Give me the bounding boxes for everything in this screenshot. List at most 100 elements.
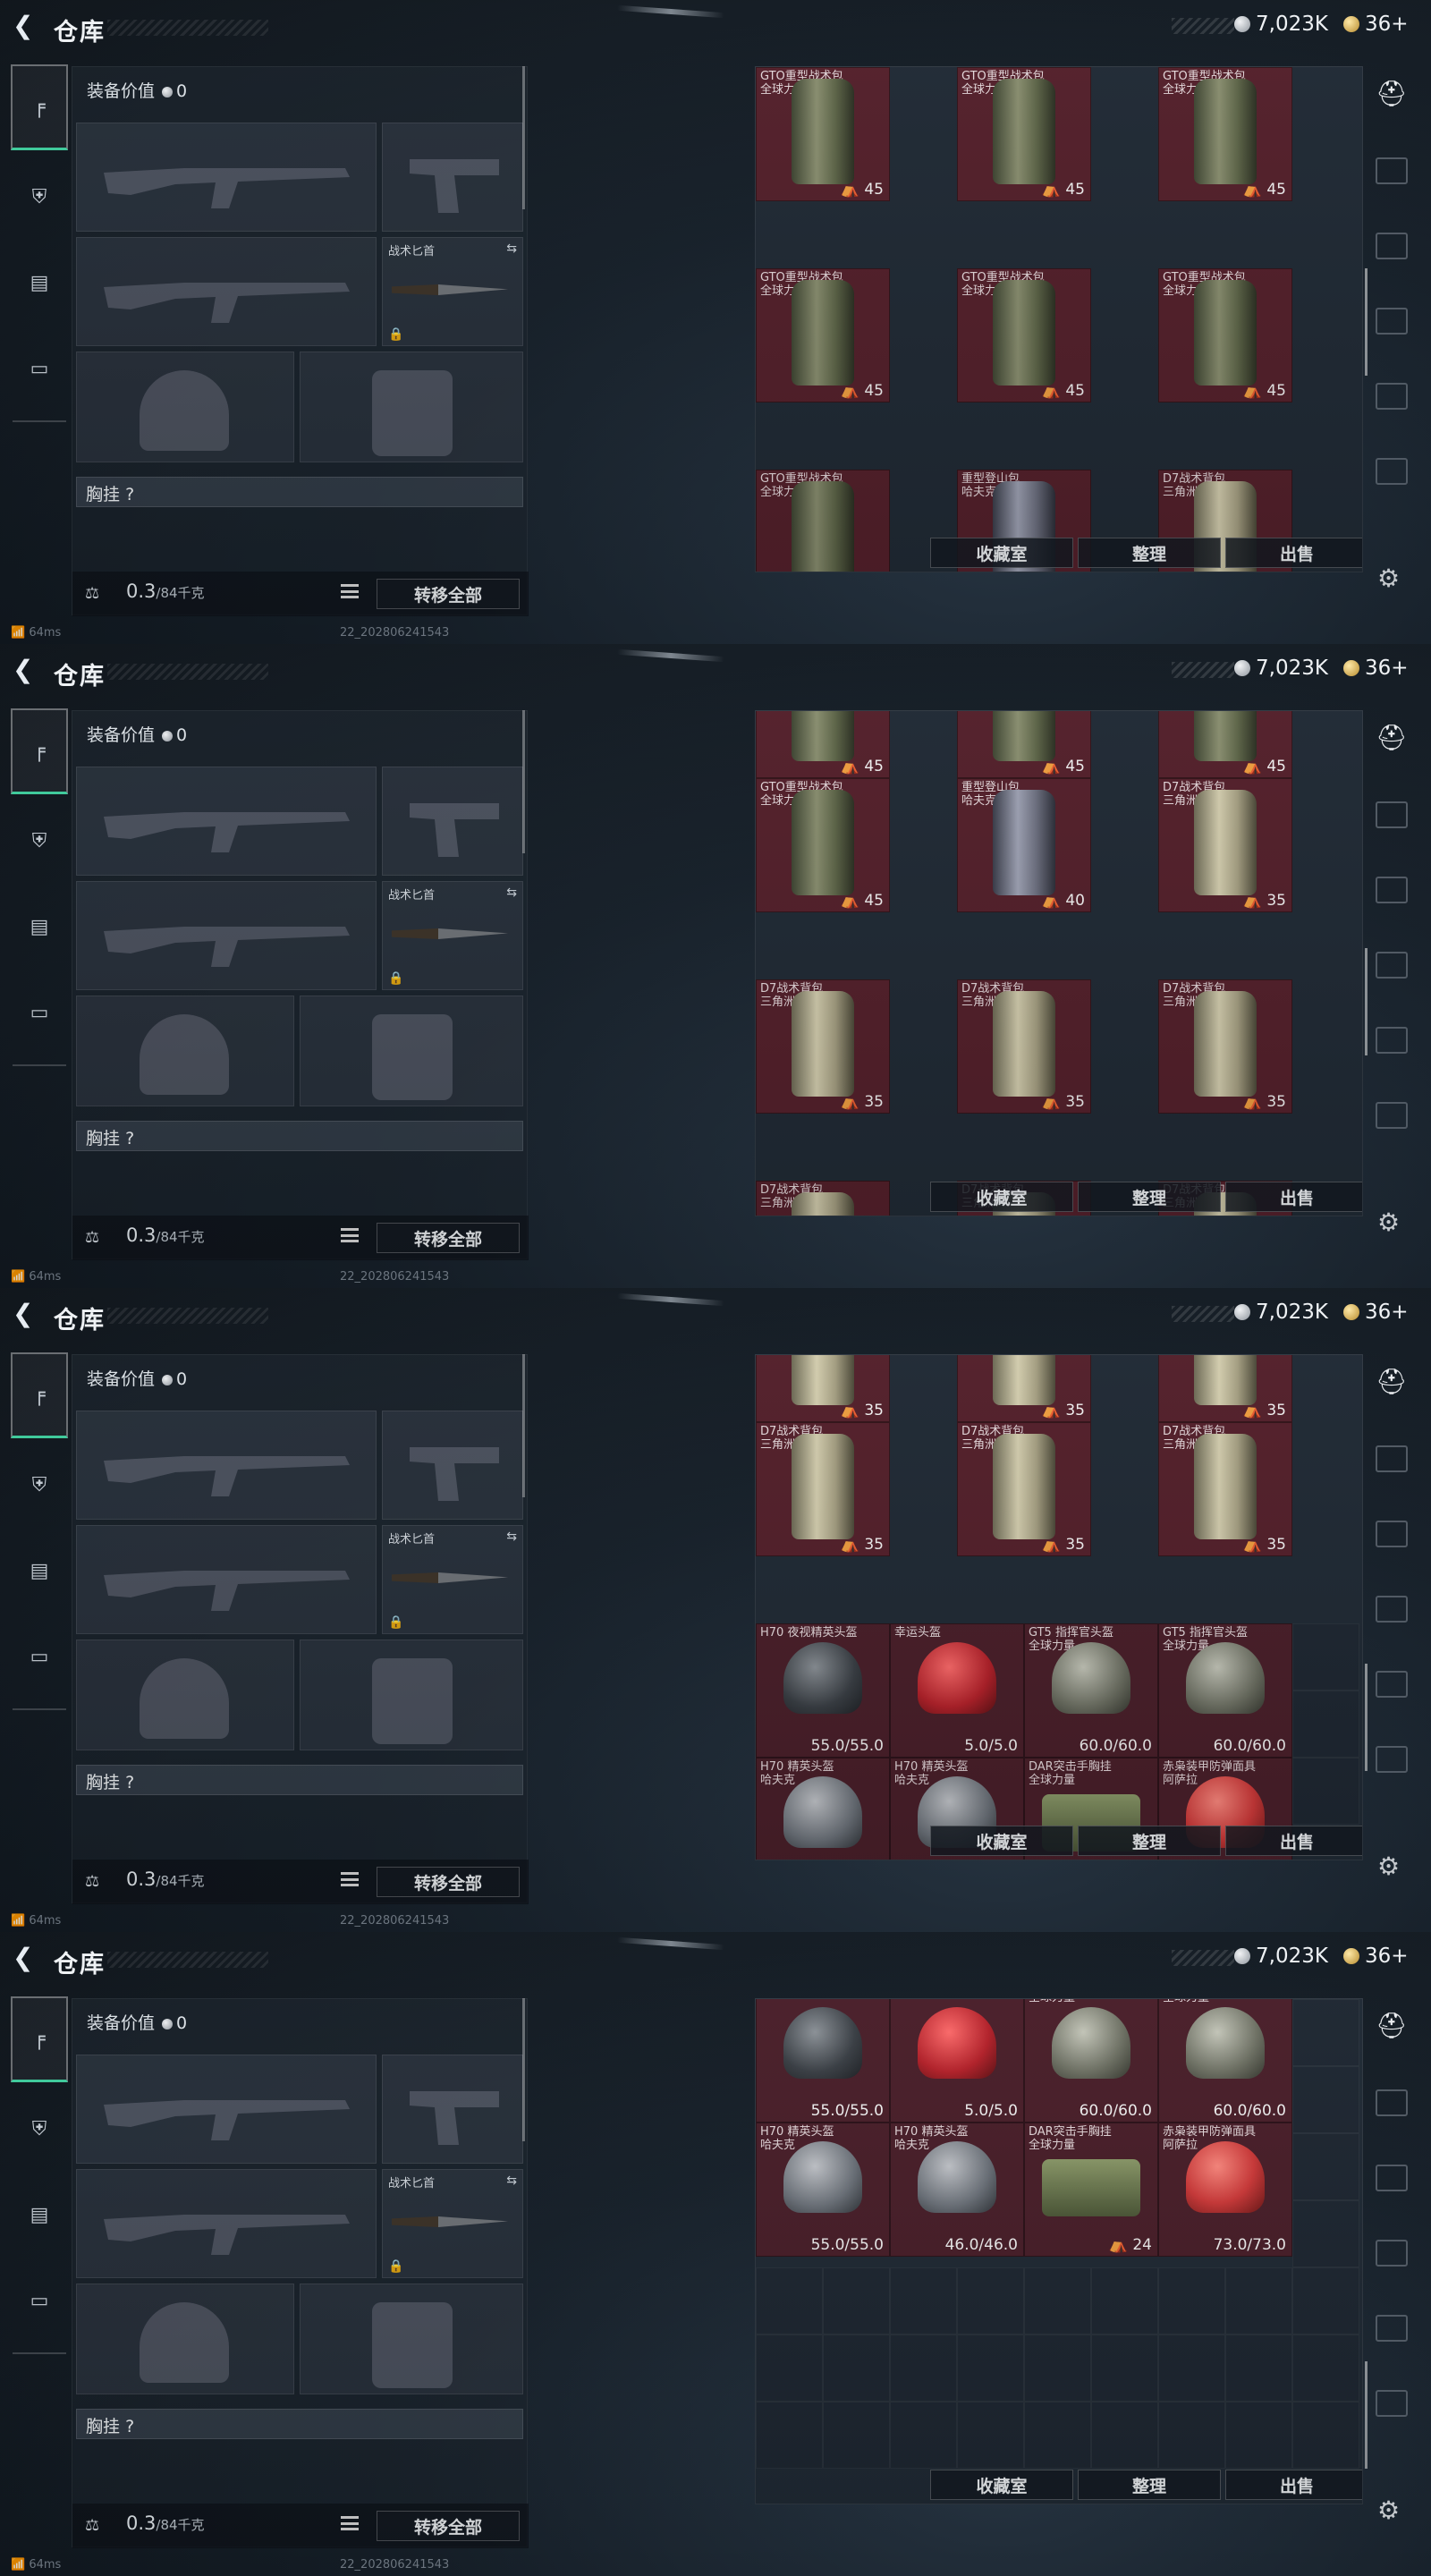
empty-slot[interactable] xyxy=(823,2334,890,2402)
empty-slot[interactable] xyxy=(756,2402,823,2469)
stash-item-d7[interactable]: D7战术背包 三角洲 ⛺ 35 xyxy=(1158,979,1292,1114)
sell-button[interactable]: 出售 xyxy=(1225,1826,1362,1856)
secondary-weapon-slot[interactable] xyxy=(76,237,377,346)
stash-item-lucky-helmet[interactable]: 幸运头盔 5.0/5.0 xyxy=(890,1623,1024,1758)
melee-slot[interactable]: 战术匕首 ⇆ 🔒 xyxy=(382,2169,523,2278)
help-icon[interactable]: ? xyxy=(125,2417,134,2436)
stash-item-d7[interactable]: D7战术背包 三角洲 ⛺ 35 xyxy=(1158,778,1292,912)
pistol-slot[interactable] xyxy=(382,1411,523,1520)
stash-item-dar-rig[interactable]: DAR突击手胸挂 全球力量 ⛺ 24 xyxy=(1024,2123,1158,2257)
filter-tab[interactable] xyxy=(1376,2390,1408,2417)
empty-slot[interactable] xyxy=(1158,2402,1225,2469)
empty-slot[interactable] xyxy=(823,2402,890,2469)
filter-tab[interactable] xyxy=(1376,1746,1408,1773)
empty-slot[interactable] xyxy=(1225,2402,1292,2469)
gear-icon[interactable]: ⚙ xyxy=(1377,1852,1400,1881)
armor-slot[interactable] xyxy=(300,996,523,1106)
stash-item-gto[interactable]: GTO重型战术包 全球力量 ⛺ 45 xyxy=(756,67,890,201)
primary-weapon-slot[interactable] xyxy=(76,767,377,876)
armor-slot[interactable] xyxy=(300,352,523,462)
filter-tab[interactable] xyxy=(1376,308,1408,335)
filter-tab[interactable] xyxy=(1376,1102,1408,1129)
gold-currency[interactable]: 36+ xyxy=(1343,1301,1409,1324)
collection-button[interactable]: 收藏室 xyxy=(930,2470,1073,2500)
tab-weapons[interactable]: ╒ xyxy=(11,1996,68,2082)
tab-backpack[interactable]: ▤ xyxy=(11,2172,68,2258)
empty-slot[interactable] xyxy=(1024,2267,1091,2334)
filter-tab[interactable] xyxy=(1376,1671,1408,1698)
chest-rig-bar[interactable]: 胸挂 ? xyxy=(76,2409,523,2439)
filter-tab[interactable] xyxy=(1376,1445,1408,1472)
stash-item-gt5-helmet[interactable]: 全球力量60.0/60.0 xyxy=(1024,1999,1158,2123)
empty-slot[interactable] xyxy=(1292,2200,1359,2267)
tab-briefcase[interactable]: ▭ xyxy=(11,970,68,1055)
empty-slot[interactable] xyxy=(890,2402,957,2469)
stash-item-d7[interactable]: D7战术背包 三角洲 ⛺ 35 xyxy=(1158,1422,1292,1556)
loadout-scrollbar[interactable] xyxy=(522,1354,525,1497)
empty-slot[interactable] xyxy=(1158,2334,1225,2402)
helmet-slot[interactable] xyxy=(76,1640,294,1750)
gold-currency[interactable]: 36+ xyxy=(1343,1945,1409,1968)
filter-tab[interactable] xyxy=(1376,877,1408,903)
filter-tab[interactable] xyxy=(1376,233,1408,259)
gear-icon[interactable]: ⚙ xyxy=(1377,1208,1400,1237)
transfer-all-button[interactable]: 转移全部 xyxy=(377,1223,520,1253)
stash-item-h70-helmet[interactable]: H70 精英头盔 哈夫克 55.0/55.0 xyxy=(756,2123,890,2257)
help-icon[interactable]: ? xyxy=(125,1129,134,1148)
sell-button[interactable]: 出售 xyxy=(1225,538,1362,568)
filter-tab[interactable] xyxy=(1376,2315,1408,2342)
empty-slot[interactable] xyxy=(1292,1690,1359,1758)
secondary-weapon-slot[interactable] xyxy=(76,2169,377,2278)
stash-item-gto[interactable]: GTO重型战术包 全球力量 ⛺ 45 xyxy=(1158,67,1292,201)
chest-rig-bar[interactable]: 胸挂 ? xyxy=(76,1121,523,1151)
list-icon[interactable] xyxy=(341,1228,359,1242)
gear-icon[interactable]: ⚙ xyxy=(1377,564,1400,593)
helmet-slot[interactable] xyxy=(76,352,294,462)
transfer-all-button[interactable]: 转移全部 xyxy=(377,2511,520,2541)
primary-weapon-slot[interactable] xyxy=(76,1411,377,1520)
tab-briefcase[interactable]: ▭ xyxy=(11,1614,68,1699)
help-icon[interactable]: ? xyxy=(125,1773,134,1792)
stash-scrollbar[interactable] xyxy=(1365,268,1367,376)
helmet-filter-icon[interactable]: ⛑ xyxy=(1376,724,1408,751)
stash-item-h70-helmet[interactable]: H70 精英头盔 哈夫克 46.0/46.0 xyxy=(890,2123,1024,2257)
empty-slot[interactable] xyxy=(1024,2402,1091,2469)
stash-item-d7[interactable]: D7战术背包 三角洲 ⛺ 35 xyxy=(756,1422,890,1556)
tab-armor[interactable]: ⛨ xyxy=(11,1442,68,1528)
loadout-scrollbar[interactable] xyxy=(522,1998,525,2141)
helmet-filter-icon[interactable]: ⛑ xyxy=(1376,1368,1408,1395)
swap-icon[interactable]: ⇆ xyxy=(506,242,517,256)
gear-icon[interactable]: ⚙ xyxy=(1377,2496,1400,2525)
melee-slot[interactable]: 战术匕首 ⇆ 🔒 xyxy=(382,881,523,990)
empty-slot[interactable] xyxy=(1091,2334,1158,2402)
empty-slot[interactable] xyxy=(1292,2402,1359,2469)
gold-currency[interactable]: 36+ xyxy=(1343,657,1409,680)
helmet-filter-icon[interactable]: ⛑ xyxy=(1376,80,1408,107)
tab-backpack[interactable]: ▤ xyxy=(11,240,68,326)
melee-slot[interactable]: 战术匕首 ⇆ 🔒 xyxy=(382,1525,523,1634)
list-icon[interactable] xyxy=(341,584,359,598)
stash-item-h70-nv-helmet[interactable]: H70 夜视精英头盔 55.0/55.0 xyxy=(756,1623,890,1758)
stash-item-gto[interactable]: ⛺ 45 xyxy=(756,711,890,778)
help-icon[interactable]: ? xyxy=(125,485,134,504)
secondary-weapon-slot[interactable] xyxy=(76,881,377,990)
helmet-filter-icon[interactable]: ⛑ xyxy=(1376,2012,1408,2039)
empty-slot[interactable] xyxy=(890,2267,957,2334)
swap-icon[interactable]: ⇆ xyxy=(506,2174,517,2188)
collection-button[interactable]: 收藏室 xyxy=(930,1182,1073,1212)
stash-item-climb[interactable]: 重型登山包 哈夫克 ⛺ 40 xyxy=(957,778,1091,912)
collection-button[interactable]: 收藏室 xyxy=(930,1826,1073,1856)
filter-tab[interactable] xyxy=(1376,1027,1408,1054)
filter-tab[interactable] xyxy=(1376,1521,1408,1547)
empty-slot[interactable] xyxy=(1292,2334,1359,2402)
sort-button[interactable]: 整理 xyxy=(1078,2470,1221,2500)
empty-slot[interactable] xyxy=(957,2402,1024,2469)
stash-item-owl-mask[interactable]: 赤枭装甲防弹面具 阿萨拉 73.0/73.0 xyxy=(1158,2123,1292,2257)
empty-slot[interactable] xyxy=(1292,2267,1359,2334)
tab-backpack[interactable]: ▤ xyxy=(11,1528,68,1614)
empty-slot[interactable] xyxy=(1225,2334,1292,2402)
tab-weapons[interactable]: ╒ xyxy=(11,64,68,150)
sell-button[interactable]: 出售 xyxy=(1225,1182,1362,1212)
tab-armor[interactable]: ⛨ xyxy=(11,154,68,240)
stash-item-gto[interactable]: ⛺ 45 xyxy=(957,711,1091,778)
